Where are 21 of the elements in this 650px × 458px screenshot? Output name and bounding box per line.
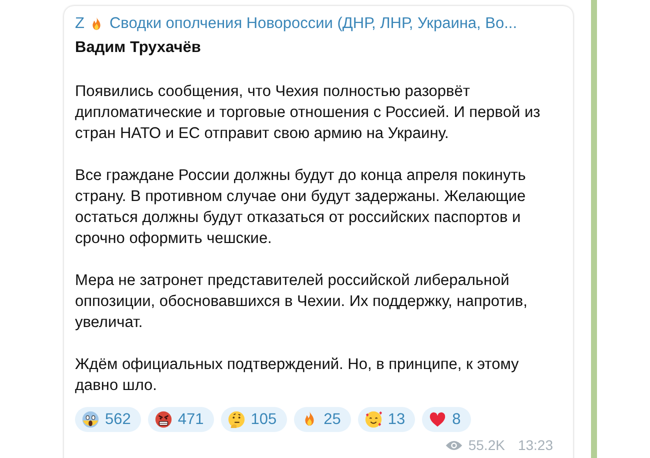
smiling-face-with-hearts-icon — [364, 410, 383, 429]
message-paragraph: Ждём официальных подтверждений. Но, в принципе, к этому давно шло. — [75, 355, 520, 396]
heart-icon — [428, 410, 448, 429]
author-name: Вадим Трухачёв — [75, 38, 202, 58]
channel-name[interactable]: Сводки ополчения Новороссии (ДНР, ЛНР, Украина, Во... — [109, 15, 518, 33]
reaction-button[interactable]: 105 — [220, 407, 287, 432]
message-paragraph: Все граждане России должны будут до конца апреля покинуть страну. В противном случае они будут задержаны. Желающие остаться должны будут отказаться от российских паспортов и срочно оформить чешские. — [75, 166, 527, 249]
reaction-button[interactable]: 25 — [294, 407, 351, 432]
message-time: 13:23 — [518, 437, 553, 453]
screaming-face-icon — [81, 410, 100, 429]
reaction-button[interactable]: 13 — [358, 407, 416, 432]
message-paragraph: Мера не затронет представителей российской либеральной оппозиции, обосновавшихся в Чехии. Их поддержку, напротив, увеличат. — [75, 271, 528, 333]
message-paragraph: Появились сообщения, что Чехия полностью разорвёт дипломатические и торговые отношения с Россией. И первой из стран НАТО и ЕС отправит свою армию на Украину. — [75, 82, 542, 144]
view-count: 55.2K — [468, 437, 505, 453]
reaction-button[interactable]: 562 — [75, 407, 141, 432]
reaction-button[interactable]: 471 — [148, 407, 214, 432]
channel-prefix[interactable]: Z — [75, 15, 84, 33]
thinking-face-icon — [226, 410, 246, 429]
reaction-button[interactable]: 8 — [422, 407, 471, 432]
angry-face-icon — [154, 410, 173, 429]
eye-icon — [445, 438, 464, 452]
